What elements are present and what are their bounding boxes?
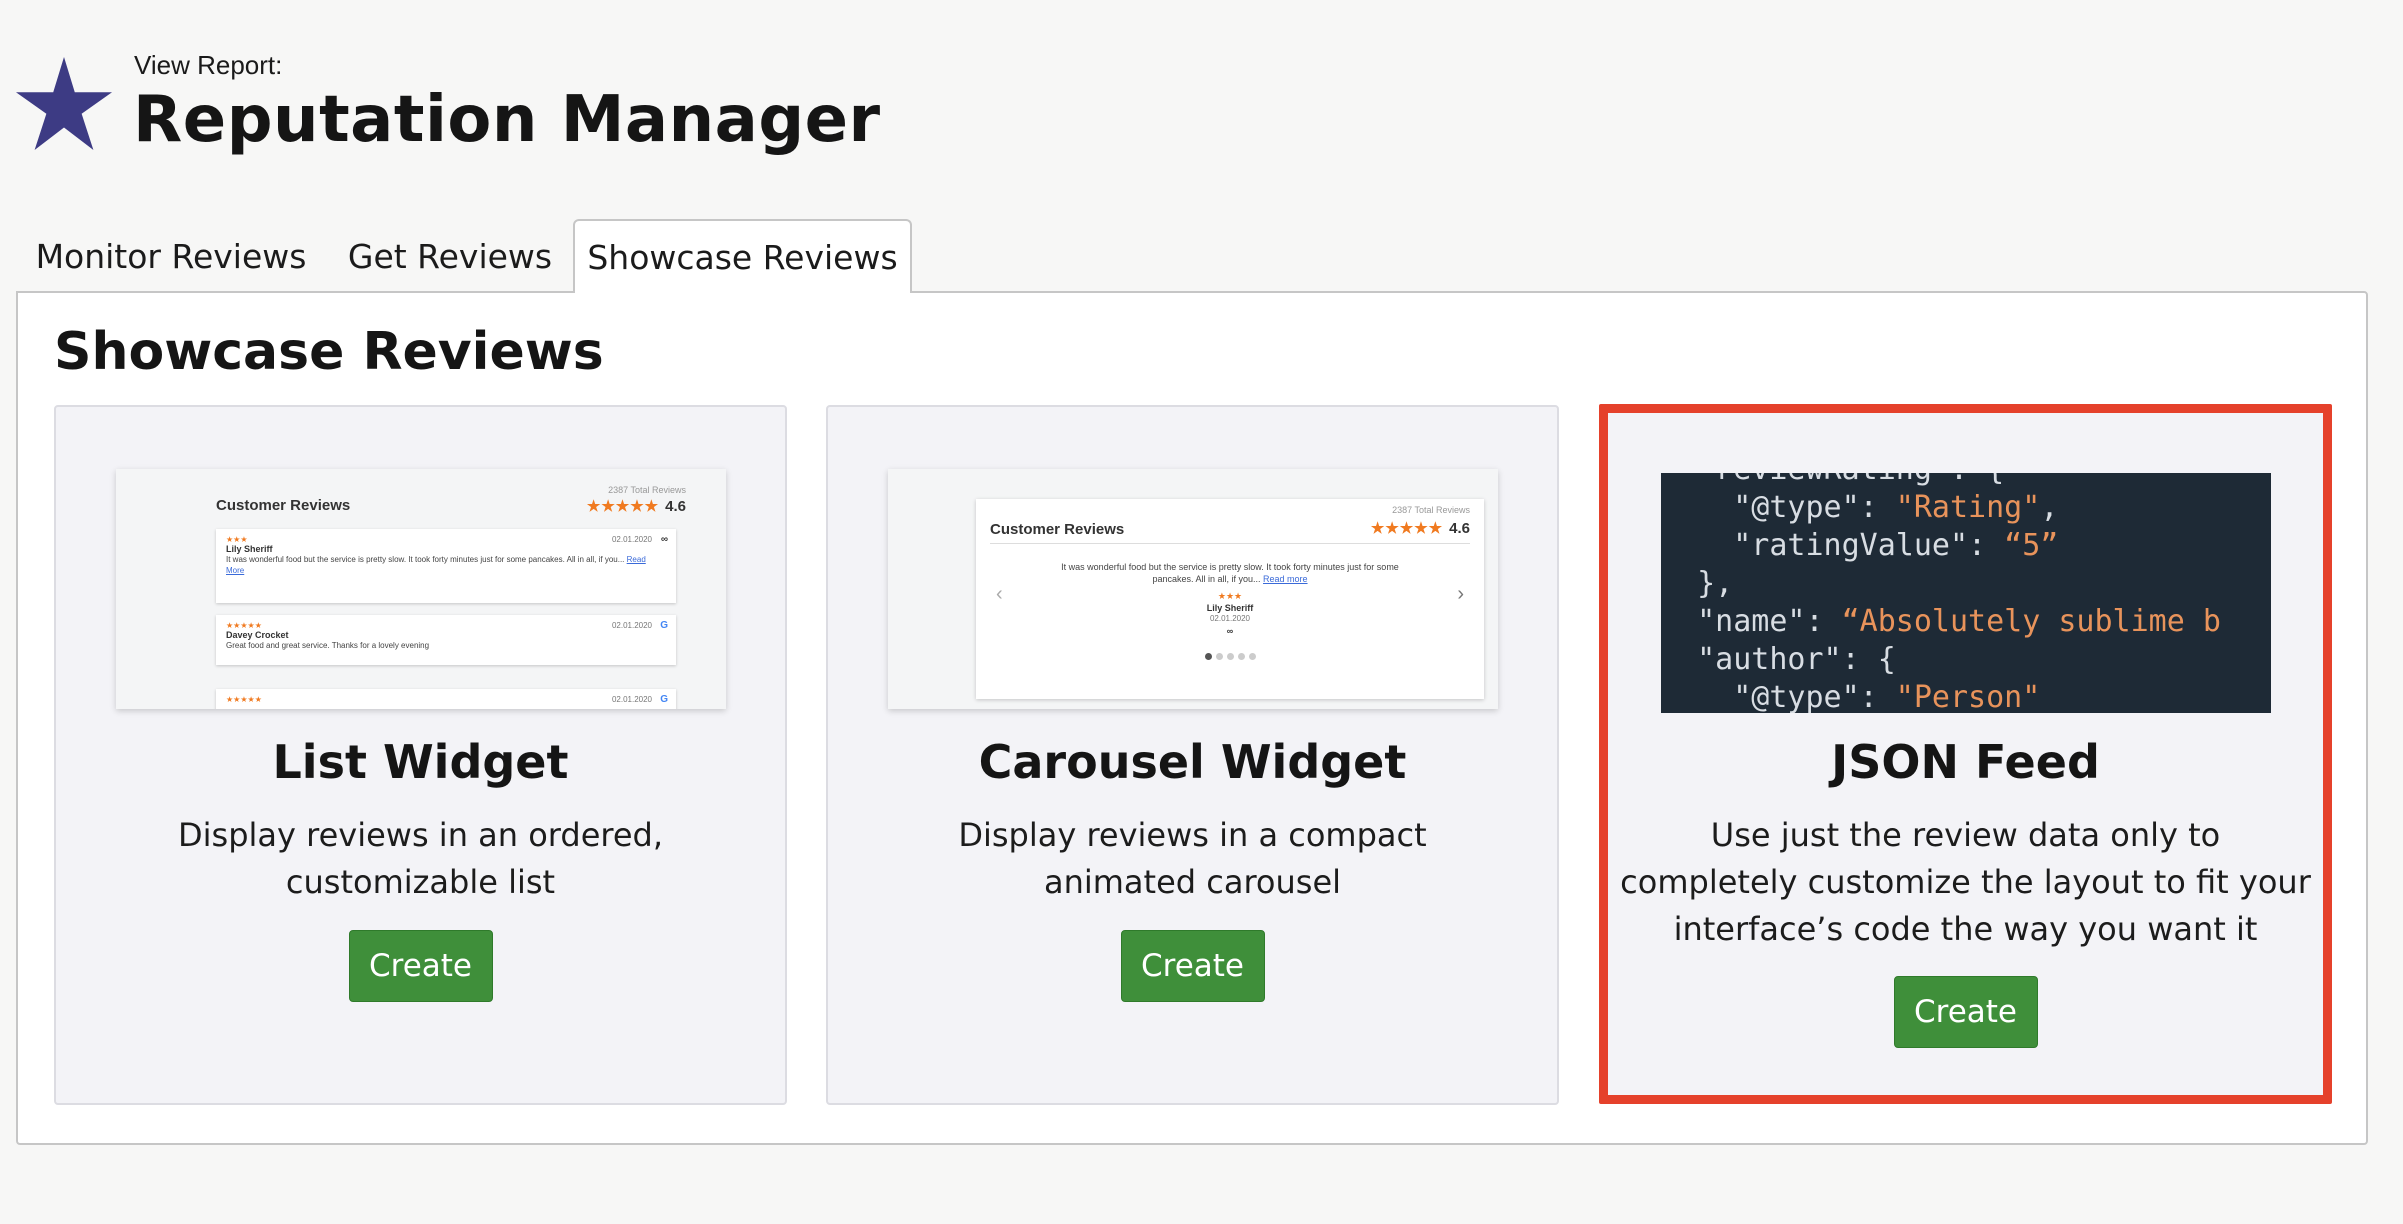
review-date: 02.01.2020 — [611, 621, 652, 630]
tab-monitor-reviews[interactable]: Monitor Reviews — [26, 220, 316, 292]
code-snippet: "reviewRating": { "@type": "Rating", "ra… — [1661, 473, 2221, 713]
code-line: }, — [1661, 566, 1734, 601]
review-text: Great food and great service. Thanks for… — [226, 641, 430, 650]
review-stars: ★★★★★ — [226, 621, 262, 630]
carousel-widget-card: Customer Reviews 2387 Total Reviews ★★★★… — [826, 405, 1559, 1105]
code-line: "name": “Absolutely sublime b — [1661, 604, 2221, 639]
tripadvisor-icon: ∞ — [1226, 626, 1234, 636]
review-date: 02.01.2020 — [611, 535, 652, 544]
review-name: Davey Crocket — [226, 630, 289, 640]
list-widget-card: Customer Reviews 2387 Total Reviews ★★★★… — [54, 405, 787, 1105]
card-description: Display reviews in a compact animated ca… — [958, 816, 1427, 901]
review-stars: ★★★ — [226, 535, 248, 544]
card-description: Display reviews in an ordered, customiza… — [178, 816, 663, 901]
create-list-widget-button[interactable]: Create — [348, 930, 493, 1002]
app-title: Reputation Manager — [133, 83, 881, 157]
panel-title: Showcase Reviews — [54, 322, 604, 382]
preview-review: ★★★ 02.01.2020 ∞ Lily Sheriff It was won… — [216, 529, 676, 603]
star-icon — [15, 56, 113, 151]
view-report-label: View Report: — [134, 50, 283, 80]
preview-title: Customer Reviews — [216, 497, 351, 514]
preview-review: ★★★★★ 02.01.2020 G — [216, 689, 676, 709]
carousel-dots — [976, 647, 1484, 665]
code-line: "@type": "Person" — [1661, 680, 2041, 713]
card-title: JSON Feed — [1831, 735, 2100, 789]
tab-showcase-reviews[interactable]: Showcase Reviews — [573, 219, 912, 293]
code-line: "@type": "Rating", — [1661, 490, 2059, 525]
preview-review: ★★★★★ 02.01.2020 G Davey Crocket Great f… — [216, 615, 676, 665]
create-json-feed-button[interactable]: Create — [1893, 976, 2038, 1048]
card-title: Carousel Widget — [978, 735, 1407, 789]
code-line: "author": { — [1661, 642, 1896, 677]
preview-rating: ★★★★★ 4.6 — [586, 498, 686, 515]
carousel-widget-preview: Customer Reviews 2387 Total Reviews ★★★★… — [888, 469, 1498, 709]
review-name: Lily Sheriff — [1206, 603, 1254, 613]
list-widget-preview: Customer Reviews 2387 Total Reviews ★★★★… — [116, 469, 726, 709]
rating-stars-icon: ★★★★★ — [586, 498, 660, 515]
card-description: Use just the review data only to complet… — [1620, 816, 2311, 948]
json-feed-preview: "reviewRating": { "@type": "Rating", "ra… — [1661, 473, 2271, 713]
preview-rating: ★★★★★ 4.6 — [1370, 520, 1470, 537]
review-name: Lily Sheriff — [226, 544, 273, 554]
rating-stars-icon: ★★★★★ — [1370, 520, 1444, 537]
code-line: "ratingValue": “5” — [1661, 528, 2059, 563]
json-feed-card: "reviewRating": { "@type": "Rating", "ra… — [1599, 404, 2332, 1104]
google-icon: G — [660, 694, 668, 705]
preview-total: 2387 Total Reviews — [608, 485, 686, 495]
tripadvisor-icon: ∞ — [660, 534, 668, 545]
card-title: List Widget — [272, 735, 569, 789]
review-text: It was wonderful food but the service is… — [226, 555, 646, 575]
tab-get-reviews[interactable]: Get Reviews — [340, 220, 560, 292]
divider — [990, 543, 1470, 544]
code-line: "reviewRating": { — [1661, 473, 2221, 489]
review-stars: ★★★★★ — [226, 695, 262, 704]
preview-title: Customer Reviews — [990, 521, 1125, 538]
google-icon: G — [660, 620, 668, 631]
review-date: 02.01.2020 — [1209, 614, 1251, 623]
create-carousel-widget-button[interactable]: Create — [1120, 930, 1265, 1002]
review-text: It was wonderful food but the service is… — [1061, 562, 1399, 584]
preview-total: 2387 Total Reviews — [1392, 505, 1470, 515]
review-date: 02.01.2020 — [611, 695, 652, 704]
review-stars: ★★★ — [1217, 591, 1243, 601]
